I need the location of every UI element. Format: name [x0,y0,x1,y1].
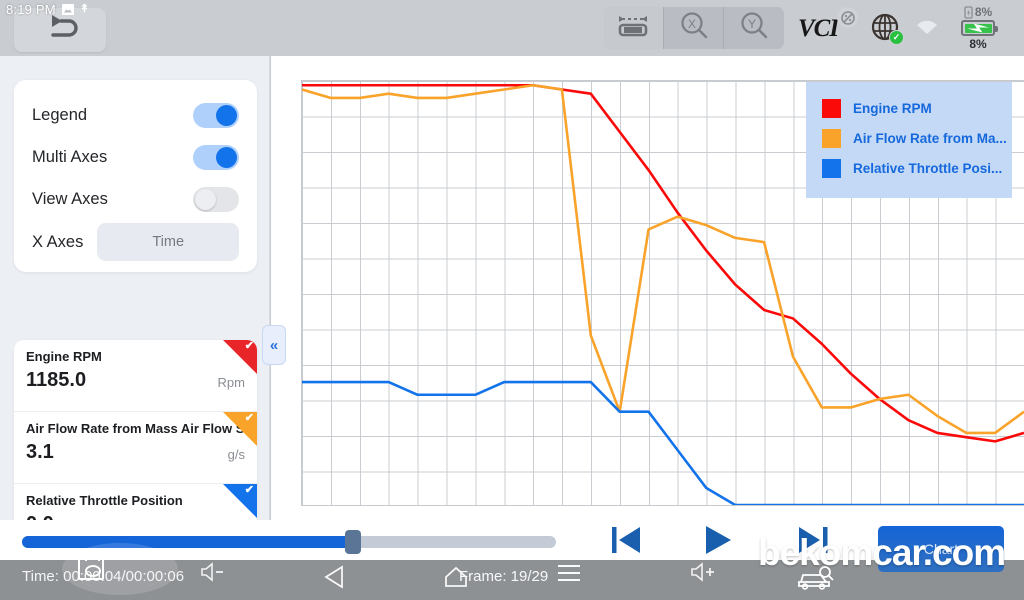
check-icon: ✔ [244,484,254,496]
toggle-multi-axes[interactable] [193,144,239,170]
legend-label: Relative Throttle Posi... [853,160,1003,176]
progress-thumb[interactable] [345,530,362,554]
zoom-y-button[interactable]: Y [724,7,784,49]
nav-back-triangle-icon [324,565,343,589]
setting-row-multi-axes[interactable]: Multi Axes [32,136,239,178]
legend-swatch [822,128,841,148]
chart-settings-card: Legend Multi Axes View Axes X Axes Time [14,80,257,272]
play-button[interactable] [702,524,734,556]
vci-label: VCI [798,15,839,42]
chevron-double-left-icon: « [269,336,279,354]
play-icon [702,524,734,556]
setting-label-multi-axes: Multi Axes [32,147,108,166]
pid-unit: Rpm [217,375,245,390]
legend-swatch [822,98,841,118]
pan-horizontal-icon [617,11,651,46]
volume-down-icon[interactable] [200,562,226,587]
chart-area[interactable]: Engine RPM Air Flow Rate from Ma... Rela… [271,56,1024,520]
toggle-view-axes[interactable] [193,186,239,212]
svg-text:X: X [687,17,695,31]
pid-value: 1185.0 [26,369,87,391]
vci-status[interactable]: VCI [798,7,858,45]
svg-text:Y: Y [748,17,756,31]
car-diagnostic-icon[interactable] [795,562,835,597]
check-icon: ✔ [244,340,254,352]
pid-unit: g/s [227,447,245,462]
next-frame-button[interactable] [796,524,830,556]
no-connection-icon [837,7,858,28]
legend-item[interactable]: Relative Throttle Posi... [822,153,1012,183]
check-icon: ✓ [889,30,904,45]
setting-row-view-axes[interactable]: View Axes [32,178,239,220]
setting-label-view-axes: View Axes [32,189,108,208]
skip-next-icon [796,524,830,556]
battery-small-percent: 8% [974,5,993,19]
battery-large-percent: 8% [969,37,987,51]
frame-readout: Frame: 19/29 [459,568,549,585]
pid-selected-corner[interactable]: ✔ [223,340,257,374]
zoom-tool-group: X Y [604,7,784,49]
skip-previous-icon [610,524,644,556]
back-arrow-icon [39,13,81,48]
chart-legend[interactable]: Engine RPM Air Flow Rate from Ma... Rela… [806,82,1012,198]
zoom-x-button[interactable]: X [664,7,724,49]
top-tool-cluster: X Y VCI ✓ 8% 8% [604,5,1004,51]
progress-fill [22,536,354,548]
legend-label: Air Flow Rate from Ma... [853,130,1007,146]
legend-item[interactable]: Air Flow Rate from Ma... [822,123,1012,153]
battery-large-icon [961,20,998,36]
x-axes-select[interactable]: Time [97,223,239,261]
legend-item[interactable]: Engine RPM [822,93,1012,123]
volume-up-icon[interactable] [690,562,718,587]
pid-value: 3.1 [26,441,54,463]
pid-name: Air Flow Rate from Mass Air Flow S... [26,421,245,436]
previous-frame-button[interactable] [610,524,644,556]
toggle-legend[interactable] [193,102,239,128]
pid-name: Engine RPM [26,349,102,364]
setting-row-legend[interactable]: Legend [32,94,239,136]
legend-swatch [822,158,841,178]
screenshot-icon[interactable] [78,555,104,580]
setting-label-legend: Legend [32,105,88,124]
pid-card-air-flow-rate[interactable]: Air Flow Rate from Mass Air Flow S... 3.… [14,412,257,484]
pid-selected-corner[interactable]: ✔ [223,412,257,446]
chart-toggle-button[interactable]: Chart [878,526,1004,572]
pid-name: Relative Throttle Position [26,493,183,508]
left-settings-panel: Legend Multi Axes View Axes X Axes Time … [0,56,270,556]
hamburger-menu-icon[interactable] [558,560,586,586]
wifi-icon [916,20,938,36]
panel-collapse-handle[interactable]: « [262,325,286,365]
setting-label-x-axes: X Axes [32,232,84,251]
magnifier-y-icon: Y [737,11,771,46]
check-icon: ✔ [244,412,254,424]
network-status[interactable]: ✓ [870,12,904,45]
back-button[interactable] [14,8,106,52]
battery-mini-icon [964,5,973,19]
magnifier-x-icon: X [677,11,711,46]
pan-tool-button[interactable] [604,7,664,49]
playback-controls [600,520,900,560]
legend-label: Engine RPM [853,100,932,116]
pid-selected-corner[interactable]: ✔ [223,484,257,518]
battery-indicator: 8% 8% [952,5,1004,51]
nav-back-button[interactable] [322,565,348,594]
top-toolbar: X Y VCI ✓ 8% 8% [0,0,1024,56]
setting-row-x-axes: X Axes Time [32,220,239,264]
pid-card-engine-rpm[interactable]: Engine RPM 1185.0 Rpm ✔ [14,340,257,412]
